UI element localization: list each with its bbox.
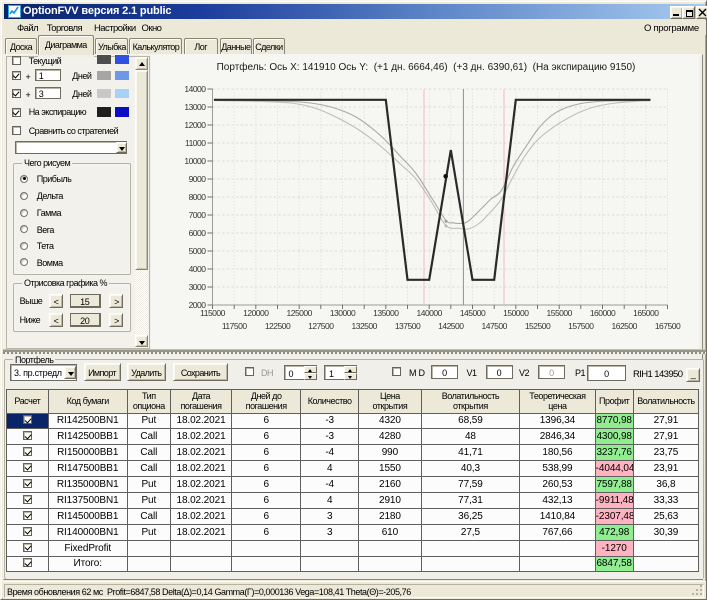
svg-text:11000: 11000 (185, 138, 206, 148)
svg-text:140000: 140000 (417, 308, 443, 318)
svg-text:137500: 137500 (395, 321, 421, 331)
svg-text:162500: 162500 (612, 321, 638, 331)
svg-text:157500: 157500 (568, 321, 594, 331)
svg-text:125000: 125000 (287, 308, 313, 318)
svg-text:12000: 12000 (184, 120, 206, 130)
svg-text:127500: 127500 (308, 321, 334, 331)
svg-text:14000: 14000 (184, 84, 206, 94)
svg-text:155000: 155000 (547, 308, 573, 318)
svg-text:167500: 167500 (655, 321, 681, 331)
svg-text:117500: 117500 (222, 321, 248, 331)
svg-text:Портфель: Ось X: 141910 Ось Y:: Портфель: Ось X: 141910 Ось Y: (+1 дн. 6… (217, 61, 636, 73)
svg-text:120000: 120000 (243, 308, 269, 318)
svg-text:9000: 9000 (189, 174, 207, 184)
svg-text:4000: 4000 (189, 264, 207, 274)
svg-text:142500: 142500 (438, 321, 464, 331)
svg-text:145000: 145000 (460, 308, 486, 318)
svg-text:122500: 122500 (265, 321, 291, 331)
svg-text:132500: 132500 (352, 321, 378, 331)
svg-text:8000: 8000 (189, 192, 207, 202)
svg-text:152500: 152500 (525, 321, 551, 331)
svg-text:147500: 147500 (482, 321, 508, 331)
svg-text:13000: 13000 (184, 102, 206, 112)
svg-text:6000: 6000 (189, 228, 207, 238)
svg-text:150000: 150000 (503, 308, 529, 318)
svg-text:160000: 160000 (590, 308, 616, 318)
svg-text:165000: 165000 (633, 308, 659, 318)
svg-text:3000: 3000 (189, 282, 207, 292)
svg-text:115000: 115000 (200, 308, 226, 318)
svg-text:5000: 5000 (189, 246, 207, 256)
svg-text:135000: 135000 (373, 308, 399, 318)
svg-text:130000: 130000 (330, 308, 356, 318)
svg-text:10000: 10000 (184, 156, 206, 166)
svg-text:7000: 7000 (189, 210, 207, 220)
